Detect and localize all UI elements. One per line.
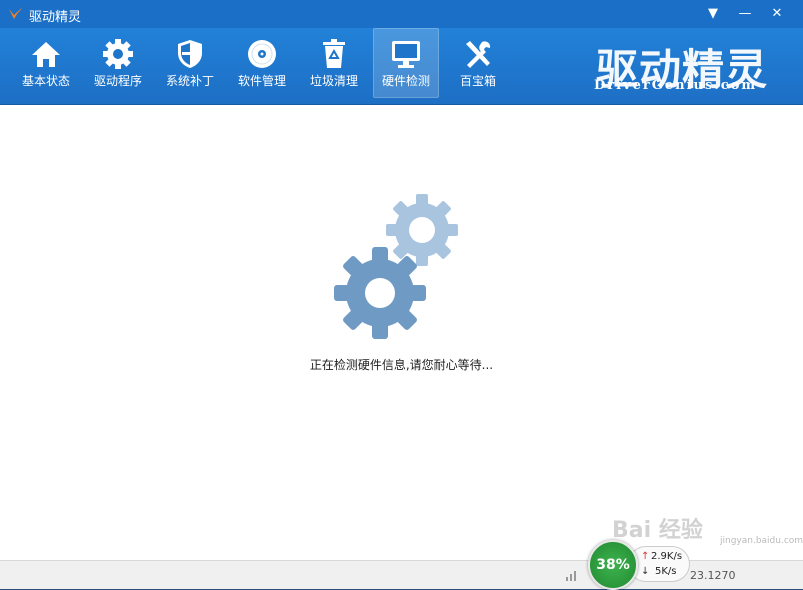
title-bar: 驱动精灵 ▼ — ✕ (0, 0, 803, 28)
shield-icon (178, 40, 202, 68)
disc-icon (248, 40, 276, 68)
tab-toolbox[interactable]: 百宝箱 (445, 28, 511, 98)
brand-logo: 驱动精灵 DriverGenius.com (590, 34, 770, 96)
loading-message: 正在检测硬件信息,请您耐心等待... (309, 358, 494, 372)
upload-arrow-icon: ↑ (641, 551, 650, 562)
tab-system-patches[interactable]: 系统补丁 (157, 28, 223, 98)
signal-icon (566, 571, 576, 581)
download-arrow-icon: ↓ (641, 566, 650, 577)
version-number: 23.1270 (690, 569, 736, 582)
tab-label: 硬件检测 (381, 74, 430, 88)
menu-button[interactable]: ▼ (702, 4, 724, 24)
tab-basic-status[interactable]: 基本状态 (13, 28, 79, 98)
loading-gears-icon (334, 194, 458, 339)
download-speed: 5K/s (655, 566, 677, 577)
tools-icon (466, 41, 491, 68)
memory-percent-ball[interactable]: 38% (588, 540, 638, 590)
watermark-url: jingyan.baidu.com (720, 536, 803, 546)
home-icon (32, 42, 60, 67)
tab-label: 驱动程序 (93, 74, 142, 88)
tab-junk-cleanup[interactable]: 垃圾清理 (301, 28, 367, 98)
tab-label: 百宝箱 (459, 74, 496, 88)
gear-icon (103, 39, 133, 69)
tab-label: 软件管理 (237, 74, 286, 88)
tab-label: 基本状态 (21, 74, 70, 88)
tab-label: 系统补丁 (165, 74, 214, 88)
network-speed-widget[interactable]: ↑ 2.9K/s ↓ 5K/s 38% (588, 540, 690, 590)
tab-hardware-detection[interactable]: 硬件检测 (373, 28, 439, 98)
app-window: 驱动精灵 ▼ — ✕ 基本状态 驱动程序 系统补丁 软件管理 垃圾清理 硬件检测… (0, 0, 803, 590)
tab-drivers[interactable]: 驱动程序 (85, 28, 151, 98)
minimize-button[interactable]: — (734, 4, 756, 24)
brand-url: DriverGenius.com (594, 78, 758, 93)
recycle-bin-icon (323, 39, 345, 68)
app-logo-icon (9, 7, 23, 19)
close-button[interactable]: ✕ (766, 4, 788, 24)
window-title: 驱动精灵 (29, 10, 82, 25)
upload-speed: 2.9K/s (651, 551, 683, 562)
tab-label: 垃圾清理 (309, 74, 358, 88)
main-toolbar: 基本状态 驱动程序 系统补丁 软件管理 垃圾清理 硬件检测 百宝箱 驱动精灵 D… (0, 28, 803, 105)
monitor-icon (392, 41, 420, 68)
tab-software-management[interactable]: 软件管理 (229, 28, 295, 98)
